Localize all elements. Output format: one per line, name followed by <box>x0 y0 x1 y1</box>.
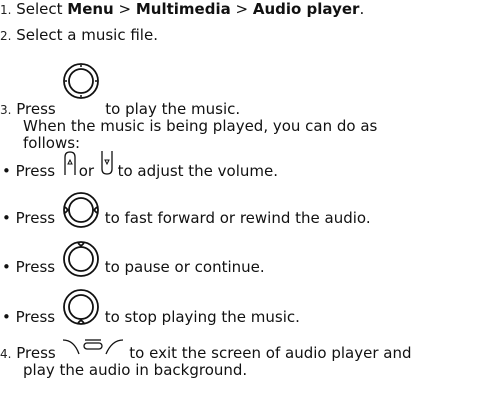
bullet: • <box>2 308 11 326</box>
paragraph-line: play the audio in background. <box>23 361 248 379</box>
bullet-stop: • Press to stop playing the music. <box>2 308 300 326</box>
multimedia-label: Multimedia <box>135 0 231 18</box>
paragraph-line: When the music is being played, you can … <box>23 117 378 135</box>
bullet: • <box>2 258 11 276</box>
bullet-pre: Press <box>15 162 56 180</box>
step-3-post: to play the music. <box>105 100 241 118</box>
period: . <box>359 0 365 18</box>
bullet: • <box>2 209 11 227</box>
step-number: 1. <box>0 3 12 17</box>
audio-player-label: Audio player <box>252 0 360 18</box>
separator: > <box>230 0 253 18</box>
step-4-pre: Press <box>16 344 56 362</box>
bullet-post: to stop playing the music. <box>104 308 300 326</box>
step-1: 1. Select Menu > Multimedia > Audio play… <box>0 0 364 19</box>
step-number: 2. <box>0 29 12 43</box>
bullet-pre: Press <box>15 308 56 326</box>
step-2: 2. Select a music file. <box>0 26 158 45</box>
menu-label: Menu <box>67 0 114 18</box>
step-3-para: When the music is being played, you can … <box>23 117 377 135</box>
bullet: • <box>2 162 11 180</box>
step-4-post: to exit the screen of audio player and <box>129 344 412 362</box>
bullet-seek: • Press to fast forward or rewind the au… <box>2 209 371 227</box>
bullet-or: or <box>78 162 95 180</box>
bullet-post: to fast forward or rewind the audio. <box>104 209 371 227</box>
bullet-post: to pause or continue. <box>104 258 265 276</box>
step-4-cont: play the audio in background. <box>23 361 247 379</box>
bullet-pre: Press <box>15 258 56 276</box>
bullet-volume: • Press or to adjust the volume. <box>2 162 278 180</box>
step-number: 3. <box>0 103 12 117</box>
paragraph-line: follows: <box>23 134 81 152</box>
separator: > <box>113 0 136 18</box>
nav-key-center-icon <box>62 62 100 100</box>
step-2-text: Select a music file. <box>16 26 158 44</box>
step-1-pre: Select <box>16 0 68 18</box>
step-number: 4. <box>0 347 12 361</box>
bullet-pre: Press <box>15 209 56 227</box>
bullet-pause: • Press to pause or continue. <box>2 258 265 276</box>
step-3-para: follows: <box>23 134 80 152</box>
bullet-post: to adjust the volume. <box>117 162 279 180</box>
step-3-pre: Press <box>16 100 56 118</box>
